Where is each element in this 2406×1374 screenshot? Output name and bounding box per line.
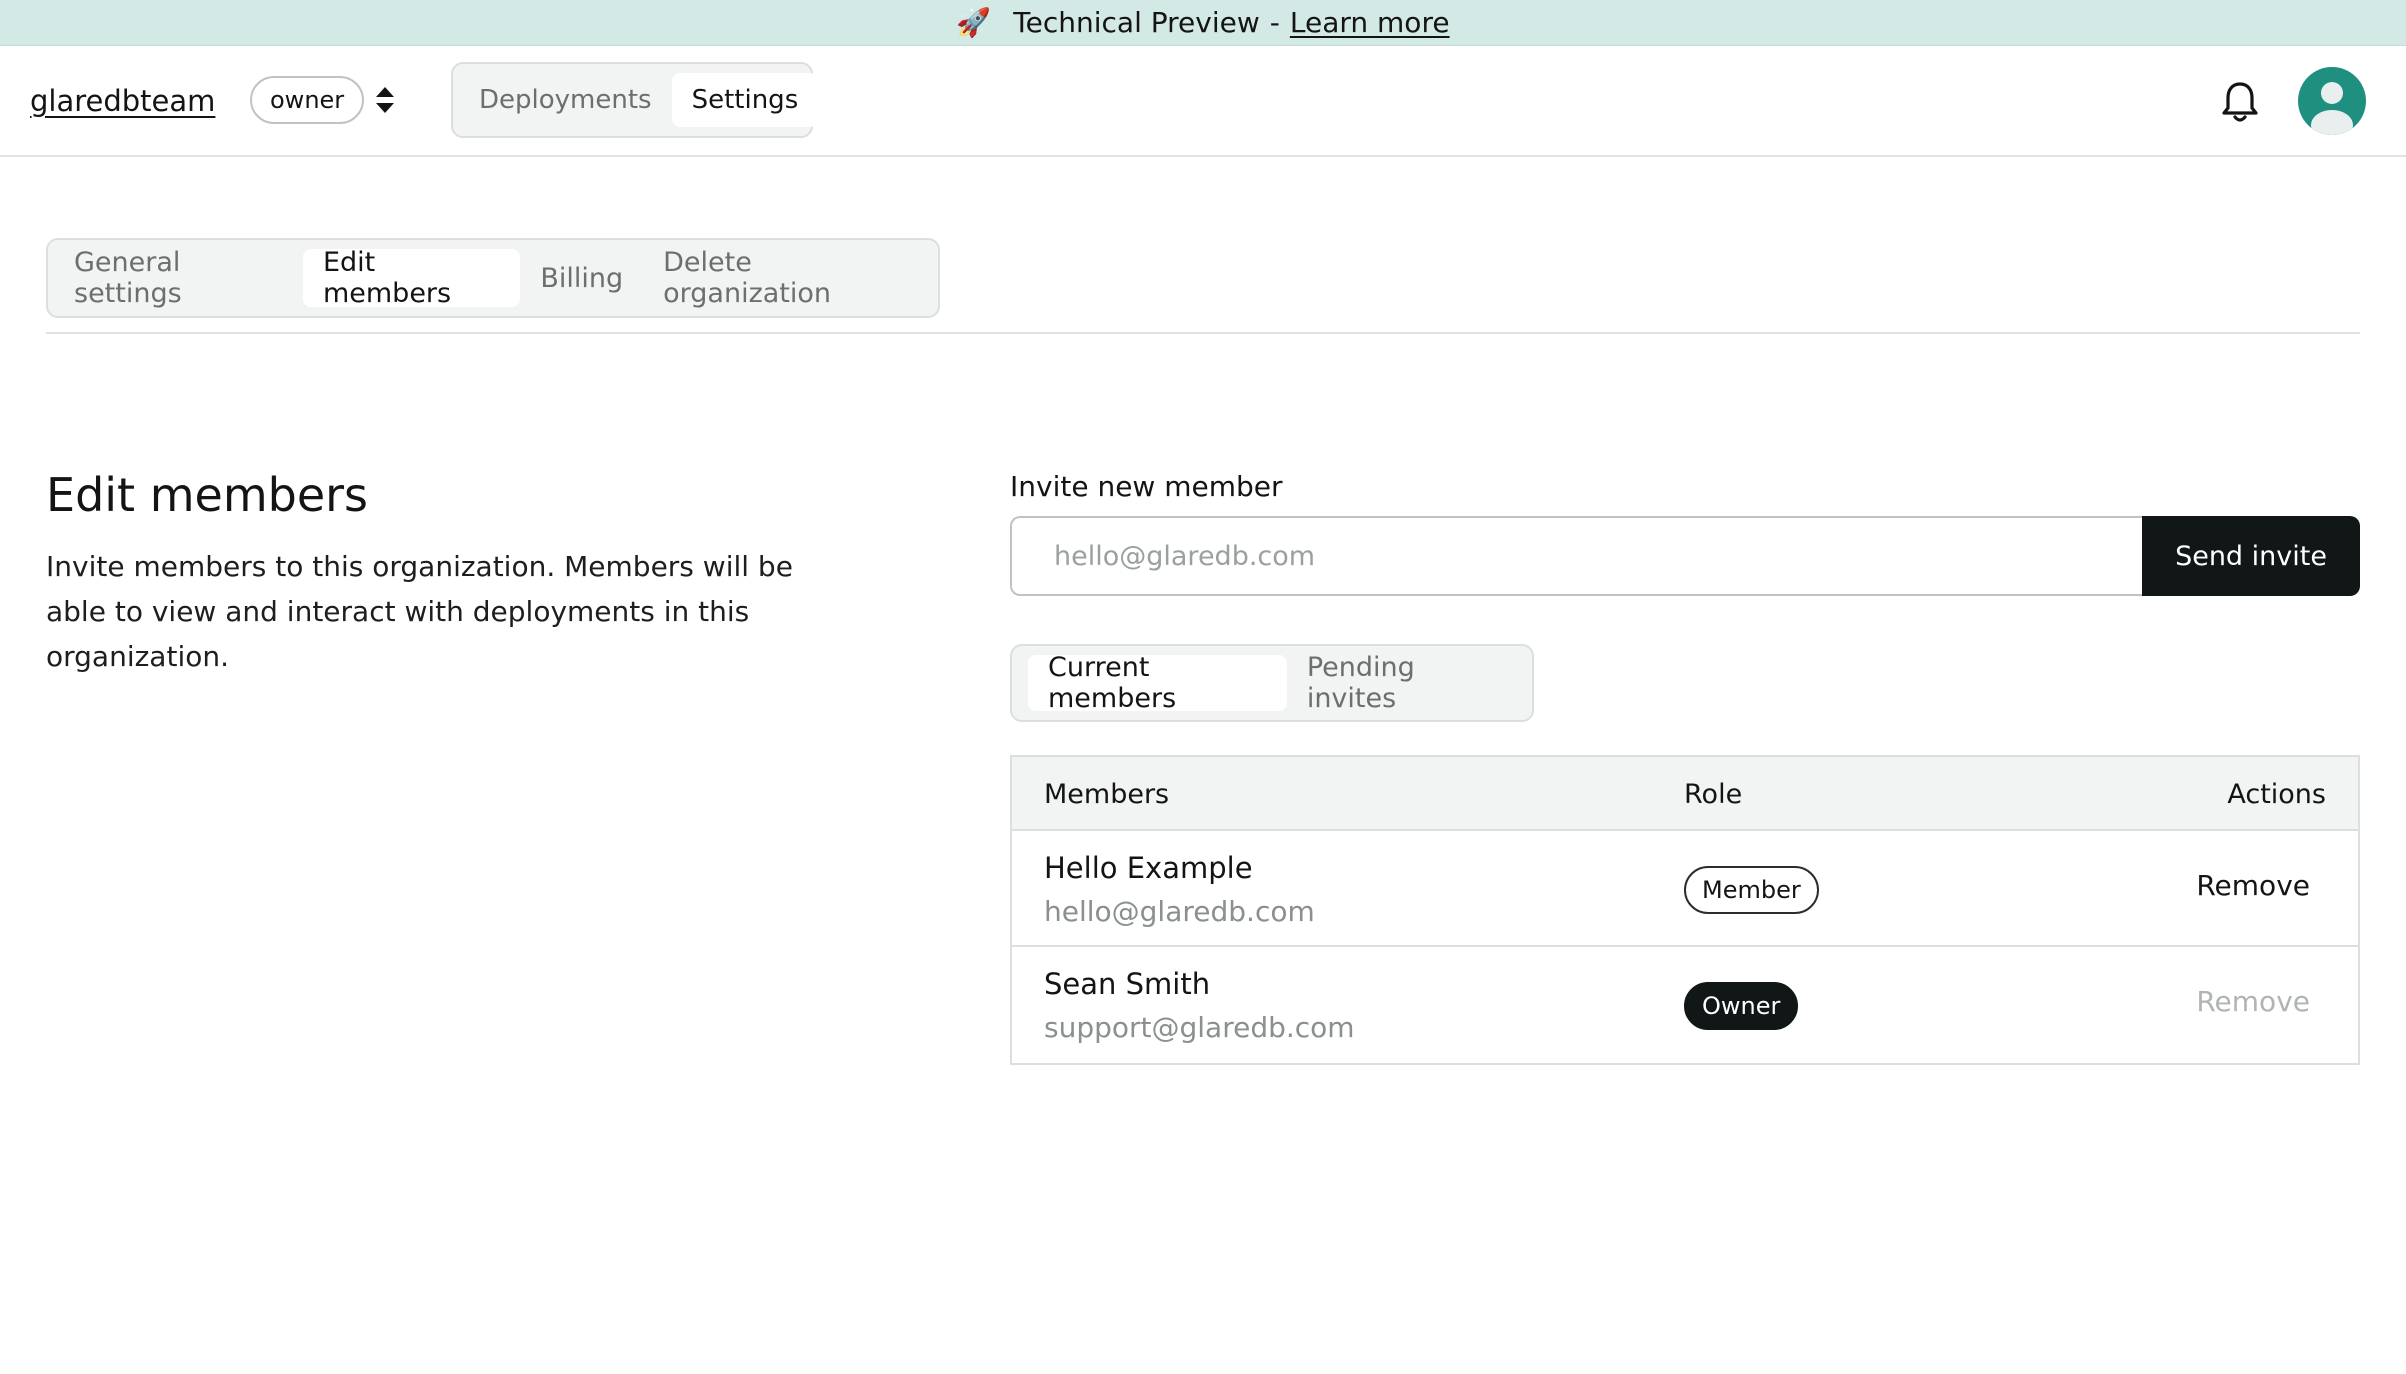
tab-billing[interactable]: Billing: [520, 249, 643, 307]
section-divider: [46, 332, 2360, 334]
org-name-link[interactable]: glaredbteam: [30, 84, 215, 118]
table-header: Members Role Actions: [1012, 757, 2358, 831]
send-invite-button[interactable]: Send invite: [2142, 516, 2360, 596]
nav-settings[interactable]: Settings: [671, 73, 819, 127]
member-email: hello@glaredb.com: [1044, 895, 1315, 928]
top-header: glaredbteam owner Deployments Settings: [0, 46, 2406, 157]
nav-deployments[interactable]: Deployments: [459, 73, 672, 127]
settings-tabs: General settings Edit members Billing De…: [46, 238, 940, 318]
page-title: Edit members: [46, 468, 368, 522]
banner-text: Technical Preview: [1013, 6, 1260, 39]
remove-member-button-disabled: Remove: [2196, 985, 2310, 1018]
table-row: Sean Smith support@glaredb.com Owner Rem…: [1012, 947, 2358, 1063]
remove-member-button[interactable]: Remove: [2196, 869, 2310, 902]
tab-edit-members[interactable]: Edit members: [302, 247, 521, 309]
member-name: Sean Smith: [1044, 967, 1211, 1001]
tab-current-members[interactable]: Current members: [1028, 652, 1287, 714]
bell-icon[interactable]: [2220, 80, 2260, 124]
column-header-members: Members: [1044, 779, 1170, 810]
role-badge: owner: [250, 76, 365, 124]
table-row: Hello Example hello@glaredb.com Member R…: [1012, 831, 2358, 947]
invite-label: Invite new member: [1010, 470, 1283, 503]
member-name: Hello Example: [1044, 851, 1253, 885]
tab-general-settings[interactable]: General settings: [54, 247, 303, 309]
invite-email-input[interactable]: [1010, 516, 2142, 596]
invite-form: Send invite: [1010, 516, 2360, 596]
technical-preview-banner: 🚀 Technical Preview - Learn more: [0, 0, 2406, 46]
section-description: Invite members to this organization. Mem…: [46, 550, 793, 673]
tab-delete-organization[interactable]: Delete organization: [643, 247, 932, 309]
members-table: Members Role Actions Hello Example hello…: [1010, 755, 2360, 1065]
user-avatar-icon[interactable]: [2298, 67, 2366, 135]
main-nav-segmented: Deployments Settings: [451, 62, 819, 138]
learn-more-link[interactable]: Learn more: [1290, 6, 1450, 39]
tab-pending-invites[interactable]: Pending invites: [1287, 652, 1516, 714]
banner-separator: -: [1269, 6, 1280, 39]
member-email: support@glaredb.com: [1044, 1011, 1355, 1044]
sort-icon[interactable]: [372, 84, 398, 116]
role-badge: Owner: [1684, 982, 1799, 1030]
column-header-actions: Actions: [2227, 779, 2326, 810]
member-tabs: Current members Pending invites: [1010, 644, 1534, 722]
role-badge: Member: [1684, 866, 1819, 914]
rocket-icon: 🚀: [956, 6, 992, 39]
column-header-role: Role: [1684, 779, 1743, 810]
